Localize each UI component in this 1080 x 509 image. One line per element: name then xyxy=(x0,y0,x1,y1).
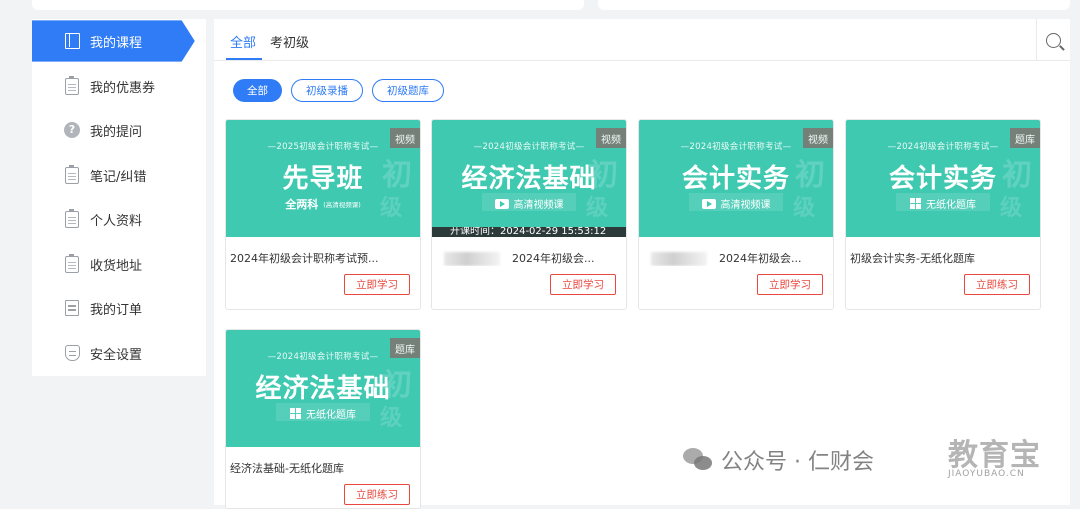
course-title: 2024年初级会... xyxy=(643,250,829,266)
filter-all[interactable]: 全部 xyxy=(233,79,282,102)
thumb-title: 先导班 xyxy=(282,164,364,194)
sidebar-item-security[interactable]: 安全设置 xyxy=(32,331,206,375)
main-panel: 全部 考初级 全部 初级录播 初级题库 初 级 —2025初级会计职称考试— 先… xyxy=(214,19,1070,509)
course-title: 初级会计实务-无纸化题库 xyxy=(850,252,975,265)
course-card[interactable]: 初 级 —2024初级会计职称考试— 会计实务 无纸化题库 题库 初级会计实务-… xyxy=(845,119,1041,310)
sidebar-item-label: 我的提问 xyxy=(90,124,143,140)
watermark-text: 公众号 · 仁财会 xyxy=(721,450,874,475)
sidebar: 我的课程 我的优惠券 ? 我的提问 笔记/纠错 个人资料 收货地址 我的订单 安… xyxy=(32,19,206,376)
notes-icon xyxy=(63,164,81,184)
redacted-text xyxy=(444,252,500,266)
wechat-icon xyxy=(683,448,713,472)
practice-button[interactable]: 立即练习 xyxy=(344,484,410,505)
type-badge: 视频 xyxy=(596,128,626,148)
question-icon: ? xyxy=(63,121,81,139)
thumb-title: 会计实务 xyxy=(888,164,997,194)
thumb-subtitle: 无纸化题库 xyxy=(846,196,1040,211)
video-icon xyxy=(701,198,716,209)
filter-recorded[interactable]: 初级录播 xyxy=(291,79,363,102)
course-card[interactable]: 初 级 —2024初级会计职称考试— 经济法基础 高清视频课 视频 开课时间：2… xyxy=(431,119,627,310)
shield-icon xyxy=(63,344,81,362)
search-icon xyxy=(1046,32,1061,48)
course-thumbnail: 初 级 —2024初级会计职称考试— 会计实务 无纸化题库 题库 xyxy=(846,120,1040,237)
sidebar-item-label: 我的订单 xyxy=(90,302,143,318)
sidebar-item-address[interactable]: 收货地址 xyxy=(32,242,206,286)
tab-junior-exam[interactable]: 考初级 xyxy=(270,32,309,51)
tab-bar: 全部 考初级 xyxy=(214,19,1070,61)
order-icon xyxy=(63,299,81,317)
sidebar-item-label: 收货地址 xyxy=(90,258,143,274)
start-time: 开课时间：2024-02-29 15:53:12 xyxy=(432,227,626,237)
sidebar-item-coupons[interactable]: 我的优惠券 xyxy=(32,64,206,108)
thumb-title: 会计实务 xyxy=(681,164,790,194)
coupon-icon xyxy=(63,75,81,95)
watermark-brand: 教育宝 xyxy=(948,438,1041,473)
type-badge: 视频 xyxy=(803,128,833,148)
thumb-subtitle: 无纸化题库 xyxy=(226,406,420,421)
sidebar-item-label: 安全设置 xyxy=(90,347,143,363)
course-card[interactable]: 初 级 —2025初级会计职称考试— 先导班 全两科 (高清视频课) 视频 20… xyxy=(225,119,421,310)
course-thumbnail: 初 级 —2024初级会计职称考试— 经济法基础 高清视频课 视频 开课时间：2… xyxy=(432,120,626,237)
course-card[interactable]: 初 级 —2024初级会计职称考试— 会计实务 高清视频课 视频 2024年初级… xyxy=(638,119,834,310)
thumb-title: 经济法基础 xyxy=(255,374,391,404)
watermark: 公众号 · 仁财会 xyxy=(683,442,874,478)
thumb-subtitle: 高清视频课 xyxy=(432,196,626,211)
sidebar-item-label: 我的课程 xyxy=(90,35,143,51)
sidebar-item-label: 个人资料 xyxy=(90,213,143,229)
type-badge: 题库 xyxy=(1010,128,1040,148)
practice-button[interactable]: 立即练习 xyxy=(964,274,1030,295)
sidebar-item-notes[interactable]: 笔记/纠错 xyxy=(32,153,206,197)
top-panel-left xyxy=(32,0,584,10)
study-button[interactable]: 立即学习 xyxy=(757,274,823,295)
grid-icon xyxy=(290,408,301,419)
course-card[interactable]: 初 级 —2024初级会计职称考试— 经济法基础 无纸化题库 题库 经济法基础-… xyxy=(225,329,421,509)
study-button[interactable]: 立即学习 xyxy=(550,274,616,295)
sidebar-item-label: 笔记/纠错 xyxy=(90,169,147,185)
thumb-subtitle: 高清视频课 xyxy=(639,196,833,211)
course-thumbnail: 初 级 —2024初级会计职称考试— 会计实务 高清视频课 视频 xyxy=(639,120,833,237)
course-title: 2024年初级会计职称考试预... xyxy=(230,252,379,265)
course-thumbnail: 初 级 —2025初级会计职称考试— 先导班 全两科 (高清视频课) 视频 xyxy=(226,120,420,237)
watermark-brand-sub: JIAOYUBAO.CN xyxy=(948,469,1025,479)
type-badge: 题库 xyxy=(390,338,420,358)
course-title: 经济法基础-无纸化题库 xyxy=(230,462,344,475)
tab-all[interactable]: 全部 xyxy=(230,32,256,51)
type-badge: 视频 xyxy=(390,128,420,148)
address-icon xyxy=(63,253,81,273)
book-icon xyxy=(63,32,81,50)
sidebar-item-label: 我的优惠券 xyxy=(90,80,156,96)
video-icon xyxy=(494,198,509,209)
grid-icon xyxy=(910,198,921,209)
top-panel-right xyxy=(598,0,1070,10)
sidebar-item-questions[interactable]: ? 我的提问 xyxy=(32,108,206,152)
tab-underline xyxy=(226,58,262,60)
thumb-subtitle: 全两科 (高清视频课) xyxy=(285,198,361,211)
profile-icon xyxy=(63,208,81,228)
course-title: 2024年初级会... xyxy=(436,250,622,266)
sidebar-item-my-courses[interactable]: 我的课程 xyxy=(32,19,206,63)
sidebar-item-orders[interactable]: 我的订单 xyxy=(32,286,206,330)
search-button[interactable] xyxy=(1036,19,1070,61)
sidebar-item-profile[interactable]: 个人资料 xyxy=(32,197,206,241)
study-button[interactable]: 立即学习 xyxy=(344,274,410,295)
course-thumbnail: 初 级 —2024初级会计职称考试— 经济法基础 无纸化题库 题库 xyxy=(226,330,420,447)
redacted-text xyxy=(651,252,707,266)
filter-question-bank[interactable]: 初级题库 xyxy=(372,79,444,102)
thumb-title: 经济法基础 xyxy=(461,164,597,194)
